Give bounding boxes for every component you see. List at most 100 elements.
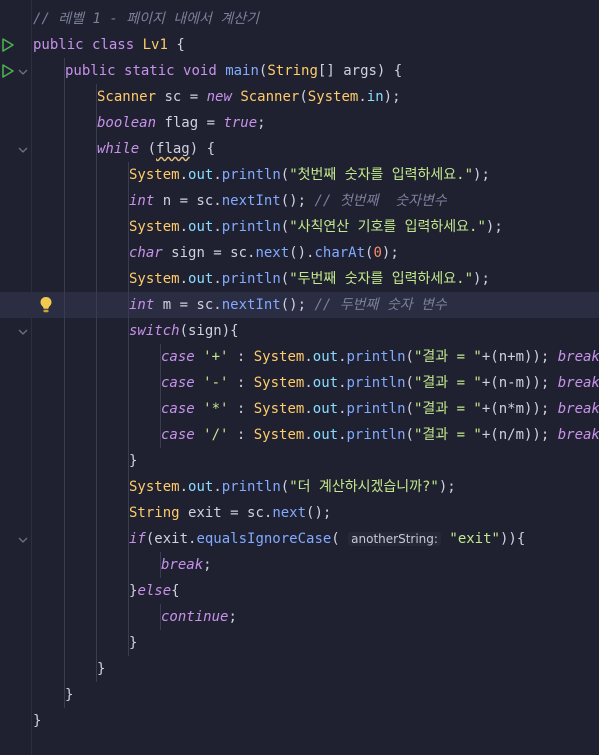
code-text: } (129, 630, 137, 656)
code-token: '+' (203, 349, 229, 365)
code-token: ( (405, 349, 414, 365)
indent-guide (96, 448, 97, 474)
indent-guide (64, 578, 65, 604)
indent-guide (64, 370, 65, 396)
code-line[interactable]: String exit = sc.next(); (0, 500, 599, 526)
code-token: sign = sc. (171, 245, 256, 261)
code-text: while (flag) { (97, 136, 215, 162)
code-token: "결과 = " (413, 427, 482, 443)
code-line[interactable]: if(exit.equalsIgnoreCase( anotherString:… (0, 526, 599, 552)
code-token: +(n+m)); (481, 349, 558, 365)
code-token: ( (147, 141, 157, 157)
code-token: . (213, 167, 222, 183)
code-token: . (338, 427, 347, 443)
code-line[interactable]: } (0, 682, 599, 708)
indent-guide (96, 292, 97, 318)
code-line[interactable]: }else{ (0, 578, 599, 604)
code-token: "exit" (449, 531, 500, 547)
indent-guide (64, 266, 65, 292)
code-token: break (557, 375, 599, 391)
code-text: if(exit.equalsIgnoreCase( anotherString:… (129, 526, 525, 552)
code-line[interactable]: Scanner sc = new Scanner(System.in); (0, 84, 599, 110)
indent-guide (64, 500, 65, 526)
code-token: out (188, 219, 214, 235)
indent-guide (96, 526, 97, 552)
code-token: switch (129, 323, 180, 339)
code-token: out (312, 349, 339, 365)
code-line[interactable]: } (0, 708, 599, 734)
code-token: println (221, 479, 281, 495)
code-line[interactable]: continue; (0, 604, 599, 630)
code-token: case (161, 375, 204, 391)
code-line[interactable]: break; (0, 552, 599, 578)
code-token: ); (473, 271, 490, 287)
fold-chevron-icon[interactable] (18, 328, 28, 336)
code-text: public static void main(String[] args) { (65, 58, 402, 84)
code-text: int m = sc.nextInt(); // 두번째 숫자 변수 (129, 292, 447, 318)
indent-guide (64, 110, 65, 136)
code-token: [] args) { (317, 63, 403, 79)
code-token: case (161, 427, 204, 443)
code-text: break; (161, 552, 212, 578)
code-line[interactable]: // 레벨 1 - 페이지 내에서 계산기 (0, 6, 599, 32)
code-token: ( (405, 375, 414, 391)
code-token: "더 계산하시겠습니까?" (289, 479, 439, 495)
code-token: exit = sc. (188, 505, 273, 521)
indent-guide (96, 630, 97, 656)
code-token: out (312, 401, 339, 417)
code-token: System (253, 375, 305, 391)
code-token: "첫번째 숫자를 입력하세요." (289, 167, 474, 183)
code-text: continue; (161, 604, 237, 630)
code-line[interactable]: switch(sign){ (0, 318, 599, 344)
code-token: // 두번째 숫자 변수 (314, 297, 447, 313)
code-line[interactable]: } (0, 448, 599, 474)
code-line[interactable]: System.out.println("첫번째 숫자를 입력하세요."); (0, 162, 599, 188)
indent-guide (128, 422, 129, 448)
code-line[interactable]: case '*' : System.out.println("결과 = "+(n… (0, 396, 599, 422)
code-token: . (304, 427, 313, 443)
code-line[interactable]: System.out.println("더 계산하시겠습니까?"); (0, 474, 599, 500)
code-token: System (129, 271, 180, 287)
fold-chevron-icon[interactable] (18, 536, 28, 544)
code-token: true (223, 115, 258, 131)
code-line[interactable]: System.out.println("두번째 숫자를 입력하세요."); (0, 266, 599, 292)
code-line[interactable]: int n = sc.nextInt(); // 첫번째 숫자변수 (0, 188, 599, 214)
indent-guide (64, 526, 65, 552)
code-line[interactable]: int m = sc.nextInt(); // 두번째 숫자 변수 (0, 292, 599, 318)
indent-guide (64, 448, 65, 474)
code-token: . (304, 401, 313, 417)
code-line[interactable]: public static void main(String[] args) { (0, 58, 599, 84)
code-token: ( (280, 479, 290, 495)
code-token: out (188, 167, 214, 183)
code-line[interactable]: char sign = sc.next().charAt(0); (0, 240, 599, 266)
code-line[interactable]: public class Lv1 { (0, 32, 599, 58)
run-gutter-icon[interactable] (2, 64, 14, 78)
fold-chevron-icon[interactable] (18, 68, 28, 76)
code-token: println (221, 271, 281, 287)
code-text: } (129, 448, 137, 474)
code-token: break (557, 401, 599, 417)
code-line[interactable]: System.out.println("사칙연산 기호를 입력하세요."); (0, 214, 599, 240)
indent-guide (96, 604, 97, 630)
lightbulb-icon[interactable] (39, 296, 53, 314)
code-token: ( (280, 271, 290, 287)
indent-guide (96, 552, 97, 578)
code-token: break (161, 557, 204, 573)
code-editor[interactable]: // 레벨 1 - 페이지 내에서 계산기 public class Lv1 {p… (0, 0, 599, 755)
code-line[interactable]: case '/' : System.out.println("결과 = "+(n… (0, 422, 599, 448)
code-token: nextInt (221, 297, 281, 313)
run-gutter-icon[interactable] (2, 38, 14, 52)
code-line[interactable]: boolean flag = true; (0, 110, 599, 136)
indent-guide (96, 318, 97, 344)
code-token: main (225, 63, 259, 79)
code-token: ; (228, 609, 237, 625)
code-line[interactable]: case '+' : System.out.println("결과 = "+(n… (0, 344, 599, 370)
code-token: . (304, 349, 313, 365)
code-line[interactable]: } (0, 656, 599, 682)
fold-chevron-icon[interactable] (18, 146, 28, 154)
code-line[interactable]: case '-' : System.out.println("결과 = "+(n… (0, 370, 599, 396)
code-token: void (183, 63, 226, 79)
code-line[interactable]: } (0, 630, 599, 656)
code-line[interactable]: while (flag) { (0, 136, 599, 162)
code-token: char (129, 245, 172, 261)
